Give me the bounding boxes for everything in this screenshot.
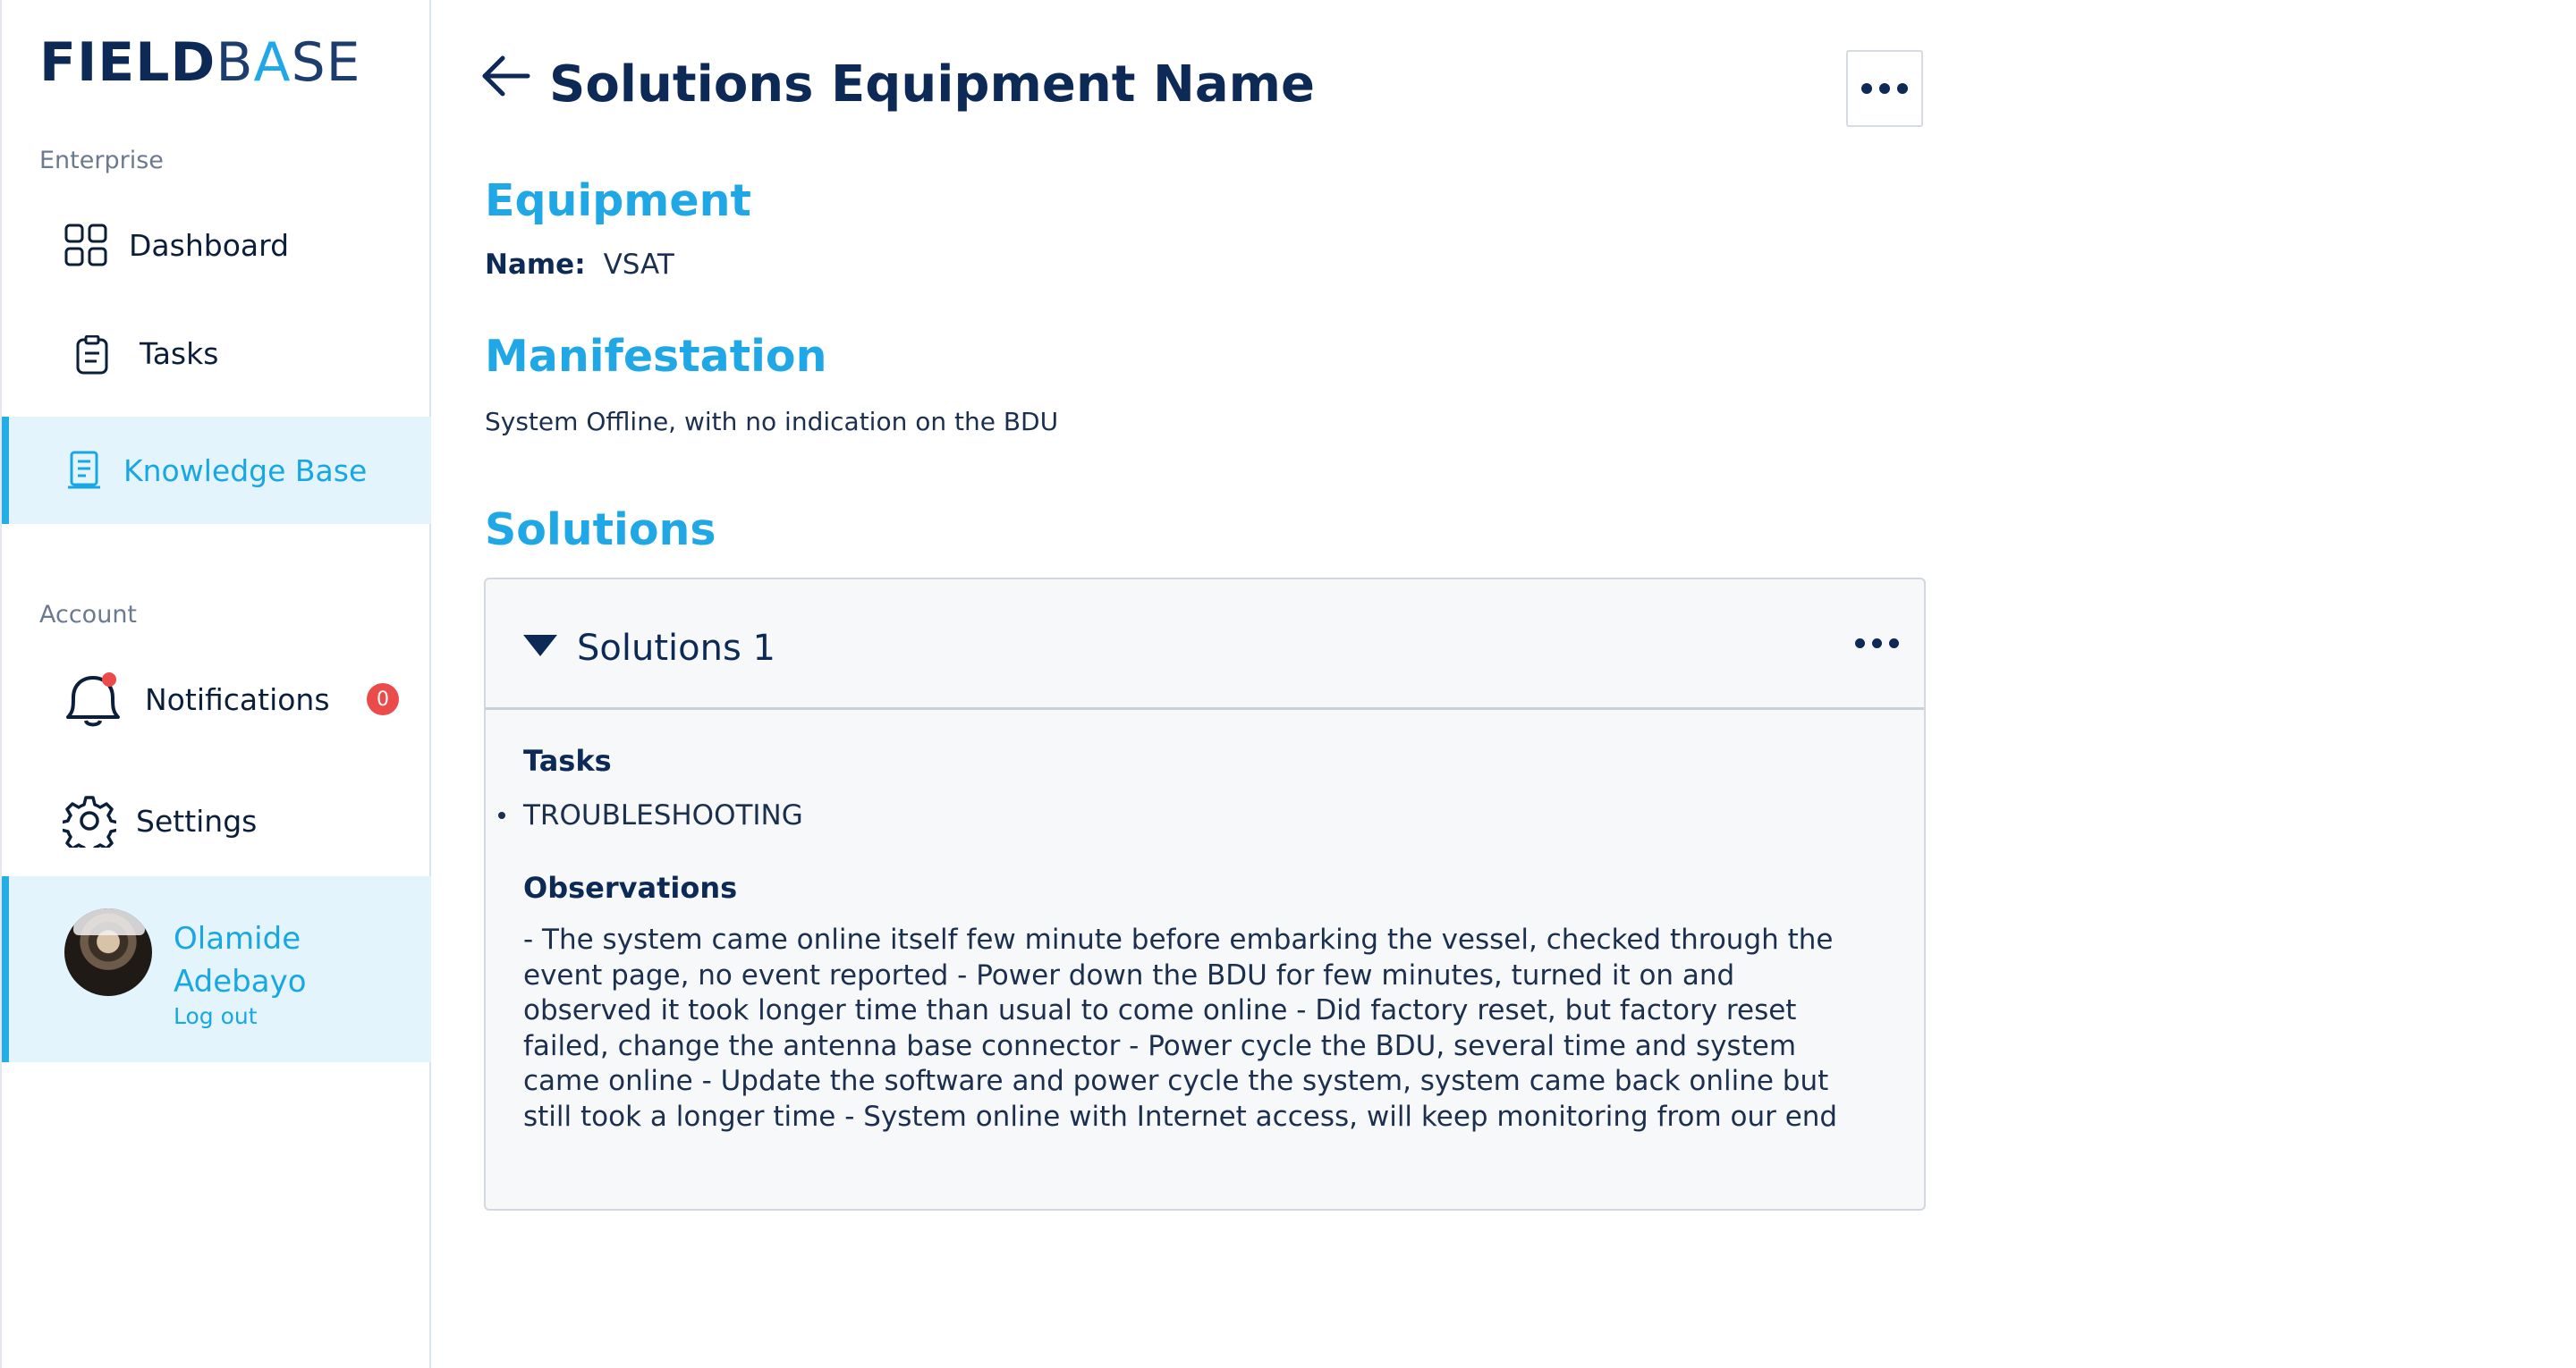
user-profile-card: Olamide Adebayo Log out	[2, 876, 431, 1062]
list-item: TROUBLESHOOTING	[498, 799, 803, 832]
grid-icon	[64, 224, 107, 266]
more-dots-icon	[1855, 638, 1899, 648]
solutions-heading: Solutions	[485, 504, 716, 555]
fieldbase-logo[interactable]: FIELD BASE	[39, 34, 361, 89]
sidebar-item-label: Dashboard	[129, 227, 290, 263]
page-more-options-button[interactable]	[1846, 50, 1923, 127]
equipment-heading: Equipment	[485, 175, 751, 226]
avatar[interactable]	[64, 908, 152, 996]
enterprise-section-label: Enterprise	[39, 147, 164, 174]
task-label: TROUBLESHOOTING	[523, 799, 803, 832]
account-section-label: Account	[39, 601, 138, 629]
sidebar-item-label: Notifications	[145, 681, 330, 717]
equipment-name-value: VSAT	[603, 249, 674, 281]
solution-card-title: Solutions 1	[577, 628, 775, 669]
document-icon	[68, 451, 100, 489]
solution-more-options-button[interactable]	[1855, 638, 1899, 648]
clipboard-icon	[76, 335, 108, 375]
bell-icon	[66, 672, 120, 727]
sidebar-item-tasks[interactable]: Tasks	[2, 300, 431, 407]
sidebar-item-label: Knowledge Base	[123, 452, 368, 488]
notification-count-badge: 0	[367, 683, 399, 715]
sidebar-item-notifications[interactable]: Notifications 0	[2, 646, 431, 753]
back-arrow-icon[interactable]	[481, 54, 531, 98]
observations-heading: Observations	[523, 871, 738, 905]
manifestation-text: System Offline, with no indication on th…	[485, 407, 1059, 436]
more-dots-icon	[1861, 83, 1908, 94]
observations-text: - The system came online itself few minu…	[523, 924, 1838, 1133]
solution-card-header[interactable]: Solutions 1	[486, 579, 1924, 710]
collapse-triangle-icon[interactable]	[523, 635, 557, 656]
sidebar: FIELD BASE Enterprise Dashboard Tasks Kn…	[0, 0, 431, 1368]
logo-text-base: BASE	[216, 31, 361, 94]
logo-text-field: FIELD	[39, 31, 216, 94]
sidebar-item-label: Settings	[136, 803, 258, 839]
sidebar-item-label: Tasks	[140, 335, 219, 371]
tasks-heading: Tasks	[523, 744, 612, 778]
equipment-name-key: Name:	[485, 249, 586, 281]
page-title: Solutions Equipment Name	[549, 55, 1315, 114]
logout-link[interactable]: Log out	[174, 1003, 258, 1029]
solution-card: Solutions 1 Tasks TROUBLESHOOTING Observ…	[484, 578, 1926, 1211]
sidebar-item-dashboard[interactable]: Dashboard	[2, 191, 431, 299]
manifestation-heading: Manifestation	[485, 331, 827, 382]
sidebar-item-knowledge-base[interactable]: Knowledge Base	[2, 417, 431, 524]
bullet-icon	[498, 812, 505, 819]
equipment-name-row: Name: VSAT	[485, 249, 674, 281]
user-name: Olamide Adebayo	[174, 921, 307, 1000]
sidebar-item-settings[interactable]: Settings	[2, 767, 431, 874]
gear-icon	[63, 796, 116, 848]
